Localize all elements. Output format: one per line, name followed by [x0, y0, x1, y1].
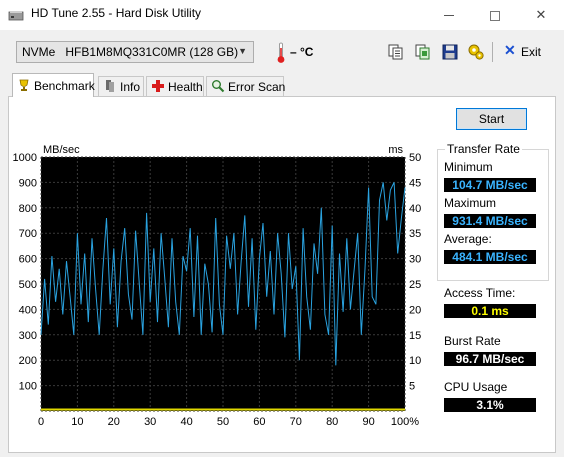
copy-screenshot-icon[interactable] — [413, 42, 433, 62]
y-tick-label-left: 1000 — [13, 152, 37, 164]
exit-icon: ✕ — [504, 42, 516, 58]
y-tick-label-left: 100 — [19, 381, 37, 393]
temperature-value: – °C — [290, 45, 314, 59]
maximize-button[interactable] — [472, 0, 518, 30]
drive-select[interactable]: NVMe HFB1M8MQ331C0MR (128 GB) ▼ — [16, 41, 254, 63]
drive-type: NVMe — [22, 45, 56, 59]
y-tick-label-left: 400 — [19, 304, 37, 316]
x-tick-label: 10 — [71, 416, 83, 428]
info-icon — [106, 80, 114, 92]
tab-benchmark[interactable]: Benchmark — [12, 73, 95, 97]
maximum-value: 931.4 MB/sec — [444, 214, 536, 228]
x-tick-label: 100% — [391, 416, 419, 428]
y-tick-label-right: 30 — [409, 254, 421, 266]
close-icon: ✕ — [535, 7, 547, 22]
y-tick-label-left: 500 — [19, 279, 37, 291]
minimum-value: 104.7 MB/sec — [444, 178, 536, 192]
cpu-usage-label: CPU Usage — [444, 380, 508, 394]
x-tick-label: 50 — [217, 416, 229, 428]
y-tick-label-left: 900 — [19, 177, 37, 189]
y-tick-label-right: 35 — [409, 228, 421, 240]
y-tick-label-right: 10 — [409, 355, 421, 367]
benchmark-icon — [19, 79, 29, 91]
error-scan-icon — [212, 80, 225, 93]
maximize-icon — [490, 10, 500, 21]
options-icon[interactable] — [466, 42, 486, 62]
y-tick-label-right: 15 — [409, 330, 421, 342]
minimum-label: Minimum — [444, 160, 493, 174]
tab-health[interactable]: Health — [146, 76, 204, 96]
minimize-button[interactable] — [426, 0, 472, 30]
tab-info[interactable]: Info — [98, 76, 144, 96]
y-axis-label-left: MB/sec — [43, 144, 80, 156]
access-time-label: Access Time: — [444, 286, 516, 300]
close-button[interactable]: ✕ — [518, 0, 564, 30]
access-time-value: 0.1 ms — [444, 304, 536, 318]
y-tick-label-left: 300 — [19, 330, 37, 342]
burst-rate-value: 96.7 MB/sec — [444, 352, 536, 366]
title-bar: HD Tune 2.55 - Hard Disk Utility ✕ — [0, 0, 564, 30]
drive-name: HFB1M8MQ331C0MR (128 GB) — [65, 45, 239, 59]
y-tick-label-right: 40 — [409, 203, 421, 215]
y-tick-label-left: 200 — [19, 355, 37, 367]
x-tick-label: 20 — [108, 416, 120, 428]
benchmark-chart: 0 10 20 30 40 50 60 70 80 90 100% 100 200 300 400 500 60… — [13, 144, 422, 428]
x-tick-label: 90 — [362, 416, 374, 428]
app-icon — [8, 11, 24, 21]
y-tick-label-right: 50 — [409, 152, 421, 164]
cpu-usage-value: 3.1% — [444, 398, 536, 412]
y-tick-label-right: 20 — [409, 304, 421, 316]
transfer-rate-title: Transfer Rate — [445, 142, 522, 156]
chevron-down-icon: ▼ — [238, 46, 247, 56]
y-tick-label-left: 700 — [19, 228, 37, 240]
x-tick-label: 60 — [253, 416, 265, 428]
window-title: HD Tune 2.55 - Hard Disk Utility — [31, 6, 202, 20]
x-tick-label: 40 — [180, 416, 192, 428]
x-tick-label: 80 — [326, 416, 338, 428]
thermometer-icon — [277, 42, 285, 63]
y-tick-label-left: 600 — [19, 254, 37, 266]
x-tick-label: 70 — [290, 416, 302, 428]
toolbar-separator — [492, 42, 493, 62]
exit-button[interactable]: ✕ Exit — [501, 41, 545, 63]
x-tick-label: 30 — [144, 416, 156, 428]
start-button[interactable]: Start — [456, 108, 527, 130]
x-tick-label: 0 — [38, 416, 44, 428]
y-axis-label-right: ms — [388, 144, 403, 156]
y-tick-label-right: 25 — [409, 279, 421, 291]
main-window: NVMe HFB1M8MQ331C0MR (128 GB) ▼ – °C ✕ E… — [0, 30, 564, 457]
average-value: 484.1 MB/sec — [444, 250, 536, 264]
maximum-label: Maximum — [444, 196, 497, 210]
health-icon — [152, 80, 164, 92]
tab-error-scan[interactable]: Error Scan — [206, 76, 285, 96]
save-icon[interactable] — [440, 42, 460, 62]
minimize-icon — [444, 15, 454, 17]
y-tick-label-right: 5 — [409, 381, 415, 393]
burst-rate-label: Burst Rate — [444, 334, 501, 348]
y-tick-label-right: 45 — [409, 177, 421, 189]
copy-icon[interactable] — [386, 42, 406, 62]
average-label: Average: — [444, 232, 492, 246]
y-tick-label-left: 800 — [19, 203, 37, 215]
